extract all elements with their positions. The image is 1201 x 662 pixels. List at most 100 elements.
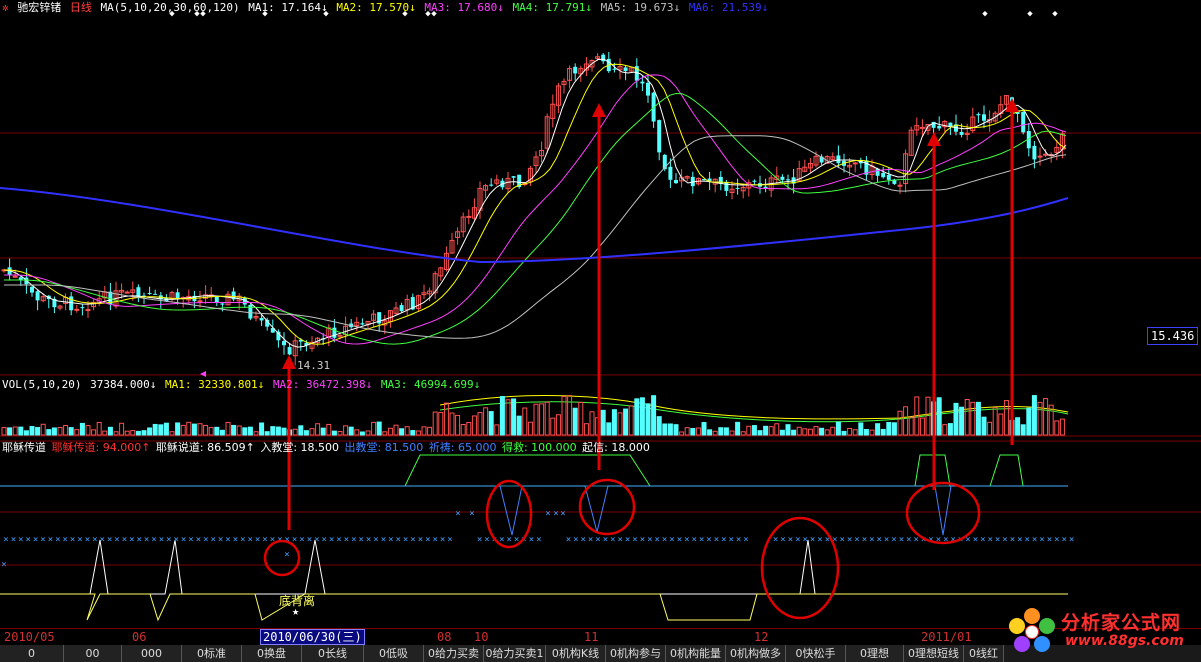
signal-marker: ×: [884, 535, 889, 545]
tab-000[interactable]: 000: [122, 645, 182, 662]
volume-bar: [729, 430, 735, 436]
stock-chart[interactable]: × × × × × × × × × × × × × × × × × × × × × × × × × × × × × × × × × × × × × × × ×…: [0, 0, 1201, 662]
volume-bar: [740, 431, 746, 436]
volume-bar: [959, 406, 965, 436]
tab-inst-energy[interactable]: 0机构能量: [666, 645, 726, 662]
tab-turnover[interactable]: 0换盘: [242, 645, 302, 662]
volume-bar: [539, 403, 545, 436]
volume-bar: [886, 421, 892, 436]
tab-trade-1[interactable]: 0给力买卖1: [484, 645, 546, 662]
candle: [387, 310, 393, 328]
volume-bar: [908, 416, 914, 436]
tab-inst-long[interactable]: 0机构做多: [726, 645, 786, 662]
tab-ideal-short[interactable]: 0理想短线: [904, 645, 964, 662]
selected-date[interactable]: 2010/06/30(三): [260, 629, 365, 645]
candle: [466, 209, 472, 225]
candle: [74, 304, 80, 313]
signal-marker: ×: [1039, 535, 1044, 545]
signal-marker: ×: [995, 535, 1000, 545]
volume-bar: [1054, 420, 1060, 436]
signal-marker: ×: [795, 535, 800, 545]
tab-inst-kline[interactable]: 0机构K线: [546, 645, 606, 662]
tab-long-line[interactable]: 0长线: [302, 645, 364, 662]
flower-logo-icon: [1009, 608, 1055, 652]
volume-bar: [617, 412, 623, 436]
signal-marker: ×: [99, 535, 104, 545]
signal-marker: ×: [677, 535, 682, 545]
tab-inst-join[interactable]: 0机构参与: [606, 645, 666, 662]
signal-marker: ×: [899, 535, 904, 545]
volume-bar: [85, 425, 91, 436]
volume-bar: [791, 429, 797, 436]
candle: [124, 290, 130, 294]
signal-marker: ×: [1032, 535, 1037, 545]
indicator-v3: 入教堂: 18.500: [260, 441, 340, 454]
candle: [561, 78, 567, 94]
volume-bar: [875, 423, 881, 436]
volume-bar: [119, 422, 125, 436]
signal-marker: ×: [869, 535, 874, 545]
signal-marker: ×: [203, 535, 208, 545]
volume-bar: [326, 423, 332, 436]
top-marker: ◆: [1027, 9, 1033, 19]
candle: [573, 63, 578, 81]
volume-bar: [494, 424, 500, 436]
volume-bar: [555, 414, 561, 436]
signal-marker: ×: [780, 535, 785, 545]
candle: [746, 179, 752, 197]
candle: [113, 281, 119, 309]
settings-icon[interactable]: ✲: [2, 1, 9, 14]
volume-bar: [376, 421, 382, 436]
tab-00[interactable]: 00: [64, 645, 122, 662]
volume-bar: [516, 415, 522, 436]
volume-bar: [572, 407, 578, 436]
volume-bar: [79, 422, 85, 436]
candle: [864, 156, 869, 181]
period-label[interactable]: 日线: [70, 1, 92, 14]
volume-bar: [645, 403, 651, 436]
red-arrow: [1005, 98, 1019, 445]
volume-bar: [466, 421, 472, 436]
volume-bar: [348, 426, 354, 436]
volume-bar: [623, 408, 629, 436]
candle: [393, 302, 399, 315]
volume-bar: [533, 403, 539, 436]
signal-marker: ×: [669, 535, 674, 545]
volume-bar: [180, 424, 186, 436]
tab-quick-release[interactable]: 0快松手: [786, 645, 846, 662]
tab-standard[interactable]: 0标准: [182, 645, 242, 662]
volume-bar: [824, 429, 830, 436]
signal-marker: ×: [1061, 535, 1066, 545]
volume-bar: [583, 423, 589, 436]
volume-bar: [186, 421, 192, 436]
volume-bar: [163, 422, 169, 436]
date-label: 10: [474, 630, 489, 644]
vol-value: 37384.000↓: [90, 378, 157, 391]
candle: [432, 271, 438, 299]
volume-bar: [589, 411, 595, 436]
red-circle-annotation: [760, 516, 840, 620]
volume-bar: [197, 423, 203, 436]
tab-low-buy[interactable]: 0低吸: [364, 645, 424, 662]
tab-trade[interactable]: 0给力买卖: [424, 645, 484, 662]
candle: [533, 151, 539, 173]
candle: [421, 284, 427, 300]
volume-bar: [511, 398, 517, 436]
volume-bar: [169, 431, 175, 436]
volume-bar: [768, 426, 774, 436]
ma1-value: MA1: 17.164↓: [248, 1, 328, 14]
candle: [718, 171, 723, 191]
volume-bar: [175, 422, 181, 436]
volume-bar: [292, 428, 298, 436]
tab-ideal[interactable]: 0理想: [846, 645, 904, 662]
candle: [774, 166, 780, 184]
tab-line-red[interactable]: 0线红: [964, 645, 1004, 662]
ma-params: MA(5,10,20,30,60,120): [100, 1, 240, 14]
tab-0[interactable]: 0: [0, 645, 64, 662]
candle: [220, 301, 225, 312]
volume-bar: [830, 426, 836, 436]
candle: [399, 302, 404, 313]
signal-marker: ×: [225, 535, 230, 545]
candle: [197, 290, 203, 308]
volume-bar: [813, 426, 819, 436]
